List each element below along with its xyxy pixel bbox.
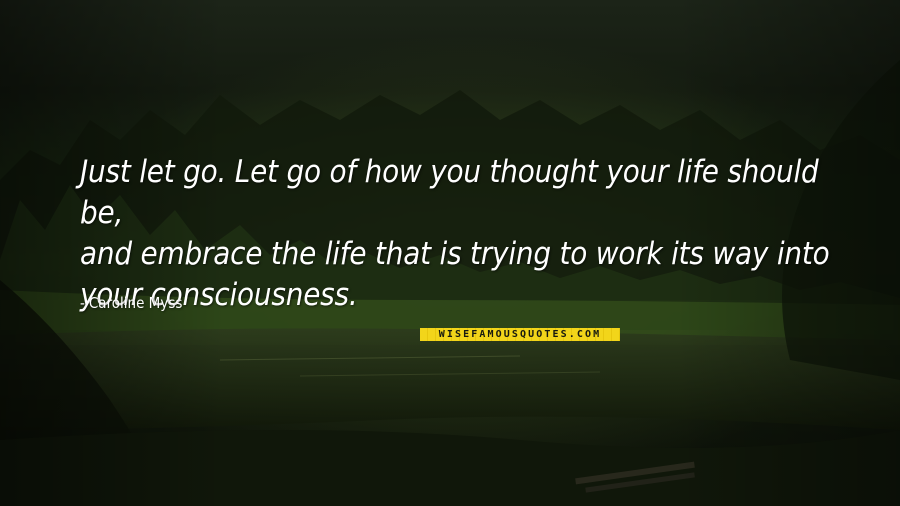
quote-author: - Caroline Myss — [80, 294, 182, 312]
watermark-text: WISEFAMOUSQUOTES.COM — [438, 329, 602, 340]
author-name: Caroline Myss — [88, 294, 183, 312]
quote-text: Just let go. Let go of how you thought y… — [80, 152, 860, 316]
quote-image: Just let go. Let go of how you thought y… — [0, 0, 900, 506]
quote-line-1: Just let go. Let go of how you thought y… — [80, 154, 819, 231]
quote-line-2: and embrace the life that is trying to w… — [80, 236, 830, 272]
watermark-badge: WISEFAMOUSQUOTES.COM — [420, 328, 620, 341]
quote-line-3: your consciousness. — [80, 277, 358, 313]
author-dash: - — [80, 294, 85, 312]
